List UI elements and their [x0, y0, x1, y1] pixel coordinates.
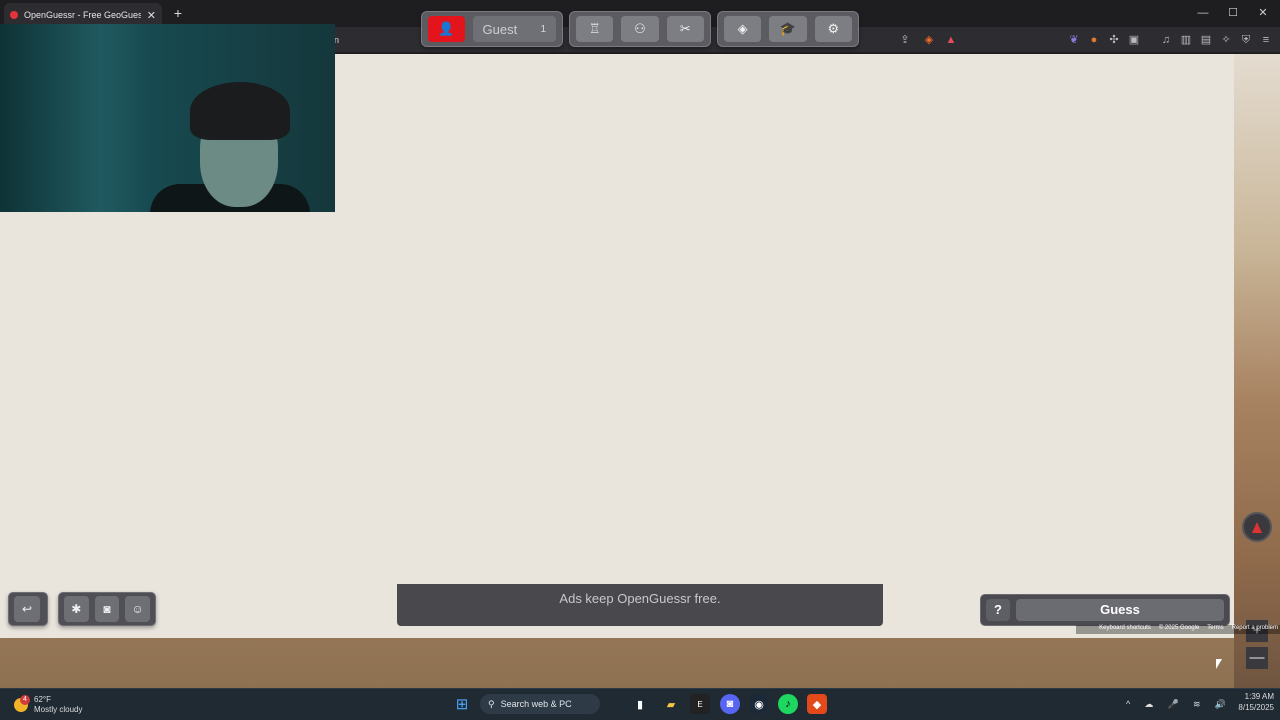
guest-count: 1 [540, 23, 546, 35]
tools-button[interactable]: ✂ [666, 16, 704, 42]
windows-start-icon[interactable]: ⊞ [452, 694, 472, 714]
clock-date: 8/15/2025 [1238, 703, 1274, 712]
user-button[interactable]: 👤 [428, 16, 465, 42]
keyboard-shortcuts-link[interactable]: Keyboard shortcuts [1097, 625, 1153, 634]
mouse-cursor-icon [1216, 659, 1222, 669]
file-explorer-icon[interactable]: ▰ [661, 694, 681, 714]
minimize-button[interactable]: — [1188, 5, 1218, 21]
wifi-icon[interactable]: ≋ [1193, 699, 1201, 710]
wallet-icon[interactable]: ▤ [1198, 32, 1214, 48]
user-group: 👤 Guest 1 [421, 11, 563, 47]
brave-shield-icon[interactable]: ◈ [921, 32, 937, 48]
epic-games-icon[interactable]: E [690, 694, 710, 714]
search-placeholder: Search web & PC [500, 699, 572, 709]
discord-icon: ◙ [103, 602, 111, 616]
podium-icon: ♖ [588, 21, 601, 36]
brave-rewards-icon[interactable]: ▲ [943, 32, 959, 48]
ad-banner: Ads keep OpenGuessr free. [397, 584, 883, 626]
guess-button[interactable]: Guess [1016, 599, 1224, 621]
webcam-overlay [0, 24, 335, 212]
graduation-icon: 🎓 [779, 21, 797, 36]
guest-info[interactable]: Guest 1 [472, 16, 556, 42]
media-icon[interactable]: ♫ [1158, 32, 1174, 48]
copyright-text: © 2025 Google [1158, 625, 1200, 631]
back-button[interactable]: ↩ [14, 596, 40, 622]
taskbar-search[interactable]: ⚲ Search web & PC [480, 694, 600, 714]
onedrive-icon[interactable]: ☁ [1144, 699, 1153, 710]
extensions-puzzle-icon[interactable]: ✣ [1106, 32, 1122, 48]
leaderboard-button[interactable]: ♖ [576, 16, 614, 42]
guess-bar: ? Guess [980, 594, 1230, 626]
layers-icon: ◈ [737, 21, 748, 36]
spotify-icon[interactable]: ♪ [778, 694, 798, 714]
clock-time: 1:39 AM [1244, 692, 1274, 701]
microphone-icon[interactable]: 🎤 [1168, 699, 1179, 710]
tab-close-icon[interactable]: ✕ [147, 9, 156, 22]
multiplayer-icon: ⚇ [634, 21, 646, 36]
tray-overflow-icon[interactable]: ^ [1126, 699, 1130, 709]
gear-icon: ⚙ [827, 21, 840, 36]
share-icon[interactable]: ⇪ [897, 32, 913, 48]
streetview-background[interactable] [1234, 54, 1280, 688]
map-layers-button[interactable]: ◈ [724, 16, 762, 42]
screenshot-icon[interactable]: ▣ [1126, 32, 1142, 48]
guest-label: Guest [482, 21, 518, 37]
discord-taskbar-icon[interactable]: ◙ [720, 694, 740, 714]
report-bug-button[interactable]: ✱ [64, 596, 89, 622]
vpn-shield-icon[interactable]: ⛨ [1238, 32, 1254, 48]
clock[interactable]: 1:39 AM 8/15/2025 [1226, 691, 1274, 717]
compass[interactable] [1242, 512, 1272, 542]
settings-button[interactable]: ⚙ [814, 16, 852, 42]
weather-widget[interactable]: 4 62°F Mostly cloudy [14, 692, 104, 718]
reddit-icon: ☺ [131, 602, 144, 616]
brave-browser-icon[interactable]: ◆ [807, 694, 827, 714]
search-icon: ⚲ [488, 698, 495, 709]
settings-group: ◈ 🎓 ⚙ [717, 11, 859, 47]
user-icon: 👤 [438, 21, 455, 36]
weather-desc: Mostly cloudy [34, 705, 83, 714]
tab-title: OpenGuessr - Free GeoGuessr A [24, 10, 141, 20]
weather-badge: 4 [20, 695, 30, 705]
zoom-out-button[interactable]: — [1246, 647, 1268, 669]
help-button[interactable]: ? [986, 599, 1010, 621]
mode-group: ♖ ⚇ ✂ [569, 11, 711, 47]
terms-link[interactable]: Terms [1205, 625, 1225, 634]
extension-leaf-icon[interactable]: ❦ [1066, 32, 1082, 48]
menu-icon[interactable]: ≡ [1258, 32, 1274, 48]
back-group: ↩ [8, 592, 48, 626]
weather-icon: 4 [14, 695, 30, 712]
back-icon: ↩ [21, 602, 33, 616]
steam-icon[interactable]: ◉ [749, 694, 769, 714]
maximize-button[interactable]: ☐ [1218, 5, 1248, 21]
report-problem-link[interactable]: Report a problem [1230, 625, 1280, 634]
compass-needle-icon [1252, 521, 1262, 533]
community-group: ✱ ◙ ☺ [58, 592, 156, 626]
learn-button[interactable]: 🎓 [769, 16, 807, 42]
reddit-button[interactable]: ☺ [125, 596, 151, 622]
new-tab-button[interactable]: + [170, 5, 186, 21]
weather-temp: 62°F [34, 695, 51, 704]
extension-orange-icon[interactable]: ● [1086, 32, 1102, 48]
close-window-button[interactable]: ✕ [1248, 5, 1278, 21]
tools-icon: ✂ [679, 21, 691, 36]
volume-icon[interactable]: 🔊 [1215, 699, 1226, 710]
bug-icon: ✱ [71, 602, 82, 616]
multiplayer-button[interactable]: ⚇ [621, 16, 659, 42]
system-tray: ^ ☁ 🎤 ≋ 🔊 [1126, 694, 1226, 714]
webcam-person-hair [190, 82, 290, 140]
discord-button[interactable]: ◙ [94, 596, 120, 622]
map-attribution: Keyboard shortcuts © 2025 Google Terms R… [1076, 625, 1280, 634]
opera-favicon-icon [10, 11, 18, 19]
leo-ai-icon[interactable]: ✧ [1218, 32, 1234, 48]
task-view-icon[interactable]: ▮ [630, 694, 650, 714]
sidebar-icon[interactable]: ▥ [1178, 32, 1194, 48]
